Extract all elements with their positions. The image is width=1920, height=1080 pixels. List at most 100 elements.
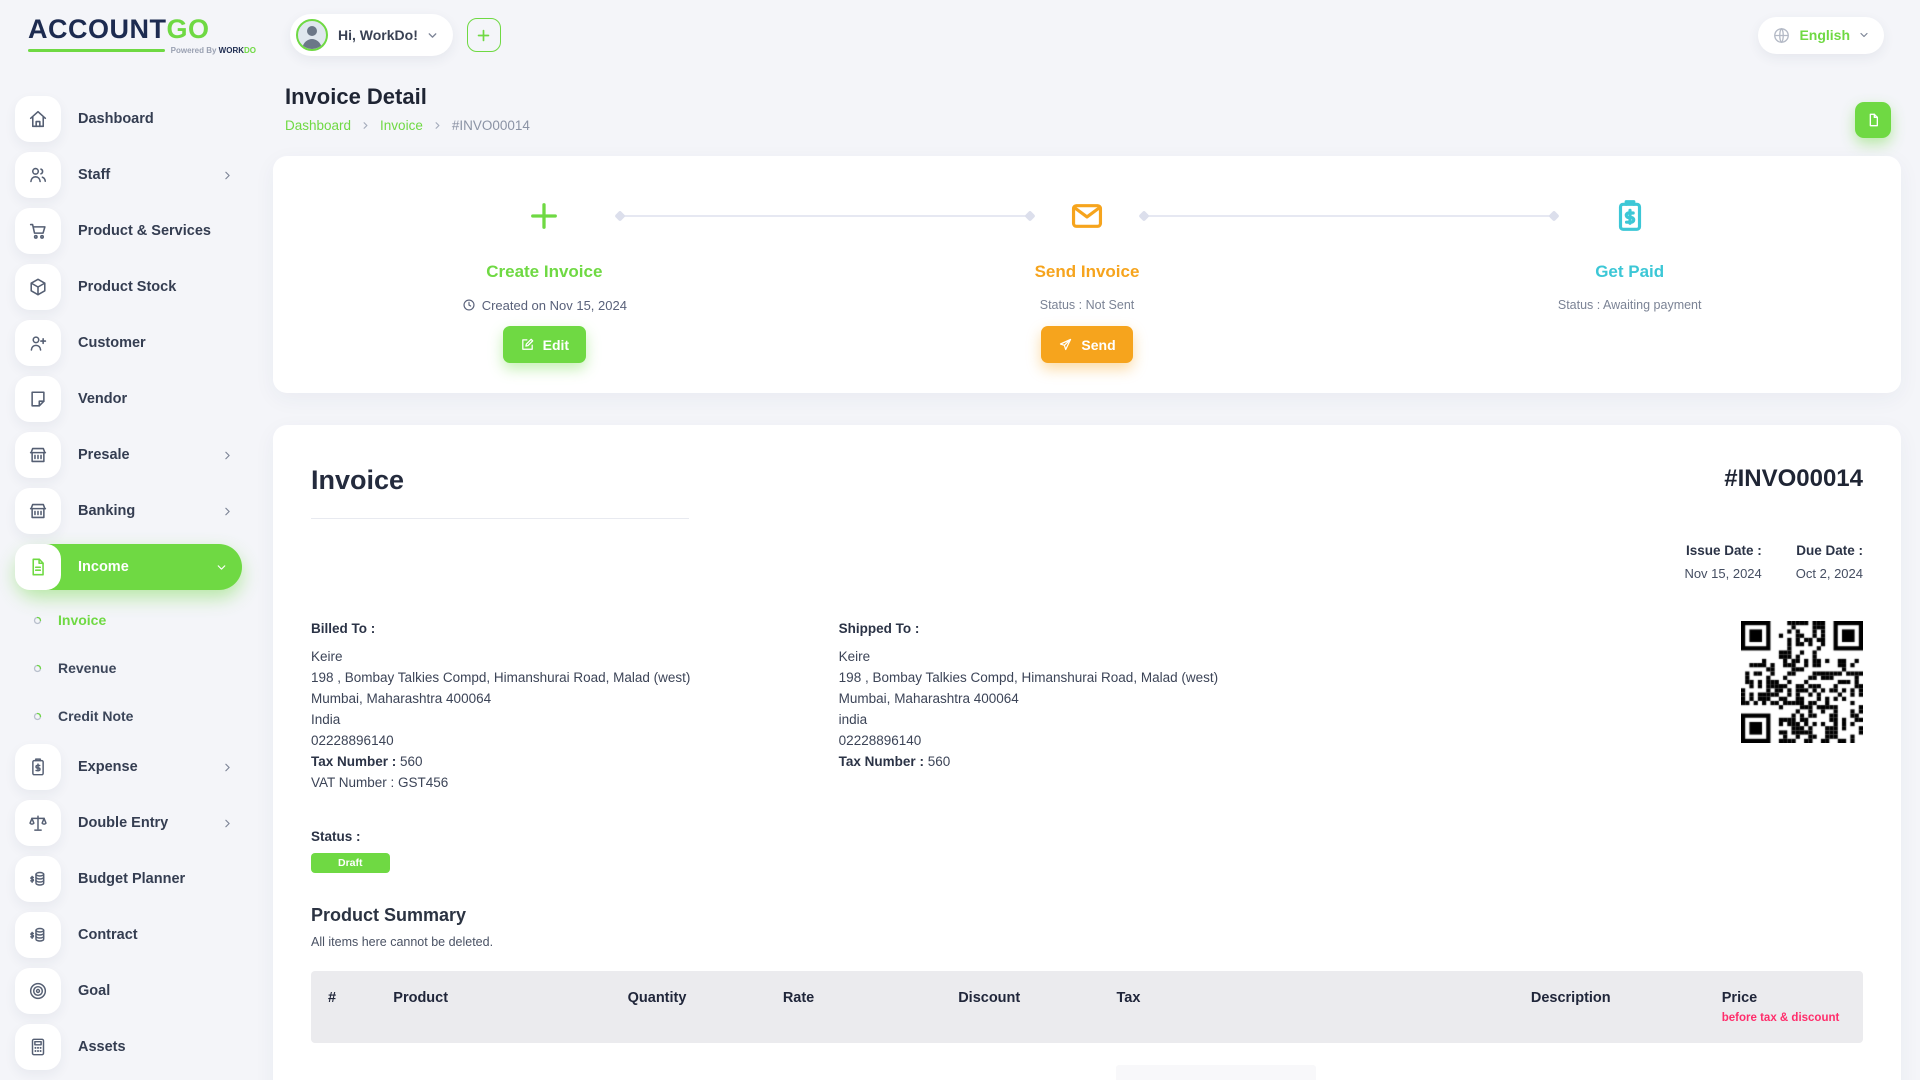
step-connector [1144, 215, 1554, 217]
col-tax: Tax [1102, 971, 1516, 1043]
page-title: Invoice Detail [285, 84, 530, 110]
due-date-value: Oct 2, 2024 [1796, 566, 1863, 581]
invoice-progress-card: Create Invoice Created on Nov 15, 2024 E… [273, 156, 1901, 393]
billed-vat-number: VAT Number : GST456 [311, 772, 839, 793]
product-table: # Product Quantity Rate Discount Tax Des… [311, 971, 1863, 1080]
sidebar-subitem-revenue[interactable]: Revenue [29, 648, 242, 688]
billed-phone: 02228896140 [311, 730, 839, 751]
step-create-invoice: Create Invoice Created on Nov 15, 2024 E… [273, 194, 816, 363]
bullet-icon [29, 662, 45, 675]
add-button[interactable] [467, 18, 501, 52]
user-menu[interactable]: Hi, WorkDo! [290, 14, 453, 56]
divider [311, 518, 689, 519]
shipped-phone: 02228896140 [839, 730, 1367, 751]
invoice-dates: Issue Date : Nov 15, 2024 Due Date : Oct… [311, 543, 1863, 581]
step-get-paid: Get Paid Status : Awaiting payment [1358, 194, 1901, 363]
table-header-row: # Product Quantity Rate Discount Tax Des… [311, 971, 1863, 1043]
edit-pencil-icon [520, 337, 535, 352]
bullet-icon [29, 710, 45, 723]
cell-description: test demo [1517, 1043, 1708, 1080]
send-button[interactable]: Send [1041, 326, 1132, 363]
sidebar-item-assets[interactable]: Assets [15, 1024, 242, 1070]
logo-text-primary: ACCOUNT [28, 14, 167, 44]
sidebar-item-expense[interactable]: Expense [15, 744, 242, 790]
sidebar-item-dashboard[interactable]: Dashboard [15, 96, 242, 142]
issue-date-value: Nov 15, 2024 [1684, 566, 1761, 581]
tax-chip: SGST (5.5%) $550.00 [1116, 1065, 1316, 1080]
sidebar-item-staff[interactable]: Staff [15, 152, 242, 198]
sidebar-item-income[interactable]: Income [15, 544, 242, 590]
sidebar-item-double-entry[interactable]: Double Entry [15, 800, 242, 846]
cell-product: Bicycle Clothing [379, 1043, 613, 1080]
storefront-icon [15, 432, 61, 478]
bank-icon [15, 488, 61, 534]
table-row: 1 Bicycle Clothing 1 (Inch) $10,000.00 $… [311, 1043, 1863, 1080]
duplicate-invoice-button[interactable] [1855, 102, 1891, 138]
shipped-to-block: Shipped To : Keire 198 , Bombay Talkies … [839, 621, 1367, 793]
sidebar-item-presale[interactable]: Presale [15, 432, 242, 478]
breadcrumb-dashboard-link[interactable]: Dashboard [285, 118, 351, 133]
chevron-right-icon [221, 169, 234, 182]
coins-dollar-icon [15, 912, 61, 958]
invoice-card: Invoice #INVO00014 Issue Date : Nov 15, … [273, 425, 1901, 1080]
billed-address-1: 198 , Bombay Talkies Compd, Himanshurai … [311, 667, 839, 688]
col-index: # [311, 971, 379, 1043]
col-description: Description [1517, 971, 1708, 1043]
sidebar-subitem-credit-note[interactable]: Credit Note [29, 696, 242, 736]
chevron-down-icon [215, 561, 228, 574]
col-rate: Rate [769, 971, 944, 1043]
user-plus-icon [15, 320, 61, 366]
status-badge: Draft [311, 853, 390, 873]
breadcrumb: Dashboard Invoice #INVO00014 [285, 118, 530, 133]
target-icon [15, 968, 61, 1014]
document-icon [1865, 112, 1881, 128]
cell-discount: $0.00 [944, 1043, 1102, 1080]
col-discount: Discount [944, 971, 1102, 1043]
chevron-right-icon [221, 449, 234, 462]
cart-icon [15, 208, 61, 254]
shipped-tax-number: Tax Number : 560 [839, 751, 1367, 772]
status-label: Status : [311, 829, 1863, 844]
plus-icon [526, 194, 562, 238]
logo-powered-by: Powered By WORKDO [171, 46, 256, 55]
due-date-label: Due Date : [1796, 543, 1863, 558]
sidebar-item-product-services[interactable]: Product & Services [15, 208, 242, 254]
sidebar-item-goal[interactable]: Goal [15, 968, 242, 1014]
invoice-file-icon [15, 544, 61, 590]
edit-button[interactable]: Edit [503, 326, 586, 363]
sidebar-item-banking[interactable]: Banking [15, 488, 242, 534]
sidebar-item-contract[interactable]: Contract [15, 912, 242, 958]
chevron-right-icon [432, 120, 443, 131]
billed-country: India [311, 709, 839, 730]
sidebar-item-vendor[interactable]: Vendor [15, 376, 242, 422]
language-selector[interactable]: English [1758, 17, 1884, 54]
envelope-icon [1068, 194, 1106, 238]
shipped-country: india [839, 709, 1367, 730]
col-product: Product [379, 971, 613, 1043]
sidebar-subitem-invoice[interactable]: Invoice [29, 600, 242, 640]
breadcrumb-invoice-link[interactable]: Invoice [380, 118, 423, 133]
cell-rate: $10,000.00 [769, 1043, 944, 1080]
sidebar-item-product-stock[interactable]: Product Stock [15, 264, 242, 310]
col-quantity: Quantity [614, 971, 769, 1043]
bullet-icon [29, 614, 45, 627]
invoice-number: #INVO00014 [1724, 465, 1863, 493]
breadcrumb-current: #INVO00014 [452, 118, 530, 133]
scales-icon [15, 800, 61, 846]
chevron-right-icon [221, 817, 234, 830]
globe-icon [1772, 26, 1791, 45]
sidebar-item-budget-planner[interactable]: Budget Planner [15, 856, 242, 902]
app-logo: ACCOUNTGO Powered By WORKDO [28, 16, 256, 55]
chevron-down-icon [1858, 29, 1870, 41]
issue-date-label: Issue Date : [1684, 543, 1761, 558]
sidebar-item-customer[interactable]: Customer [15, 320, 242, 366]
chevron-down-icon [426, 29, 439, 42]
billed-address-2: Mumbai, Maharashtra 400064 [311, 688, 839, 709]
shipped-name: Keire [839, 646, 1367, 667]
cell-tax: SGST (5.5%) $550.00 [1102, 1043, 1516, 1080]
invoice-heading: Invoice [311, 465, 404, 496]
billed-to-block: Billed To : Keire 198 , Bombay Talkies C… [311, 621, 839, 793]
step-send-invoice: Send Invoice Status : Not Sent Send [816, 194, 1359, 363]
chevron-right-icon [221, 505, 234, 518]
billed-tax-number: Tax Number : 560 [311, 751, 839, 772]
